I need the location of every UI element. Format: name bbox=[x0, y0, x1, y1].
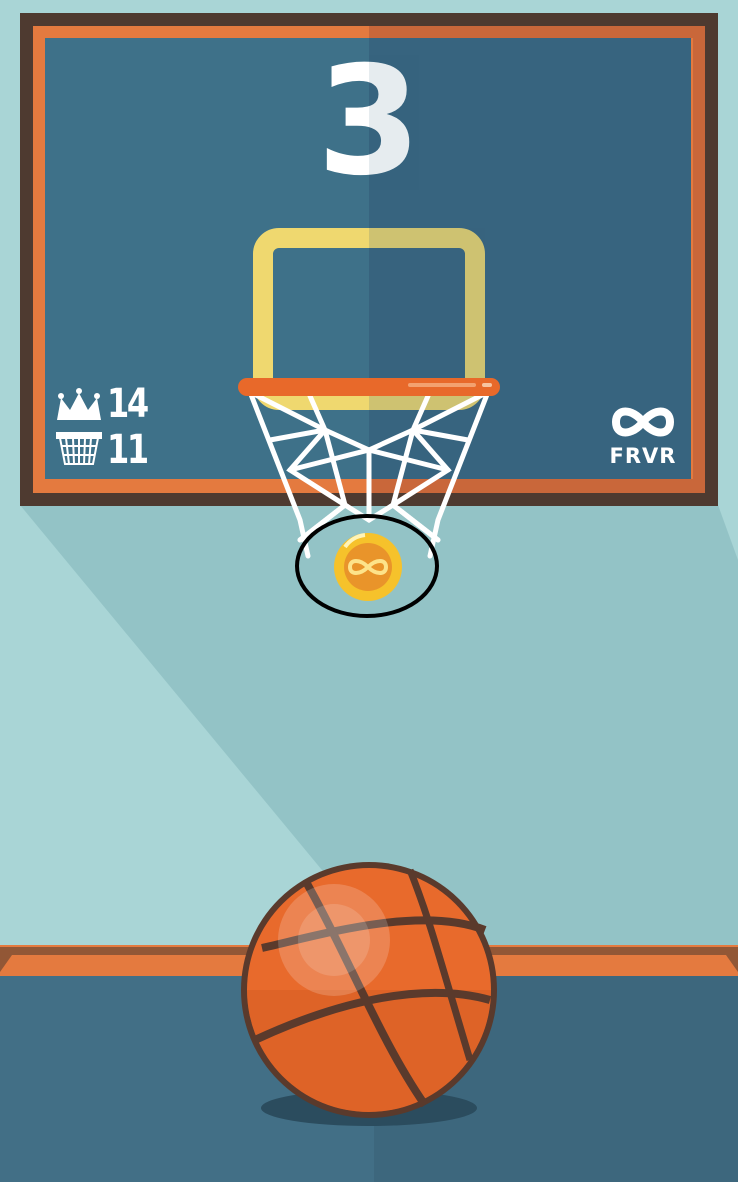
score-shade bbox=[369, 55, 419, 190]
game-stage[interactable]: 3 14 11 FRVR bbox=[0, 0, 738, 1182]
basketball[interactable] bbox=[241, 862, 497, 1118]
hoop-rim bbox=[238, 378, 500, 396]
best-score: 14 bbox=[107, 381, 149, 427]
baskets-count: 11 bbox=[107, 427, 149, 473]
infinity-coin-icon[interactable] bbox=[334, 533, 402, 601]
brand-label: FRVR bbox=[609, 444, 677, 468]
